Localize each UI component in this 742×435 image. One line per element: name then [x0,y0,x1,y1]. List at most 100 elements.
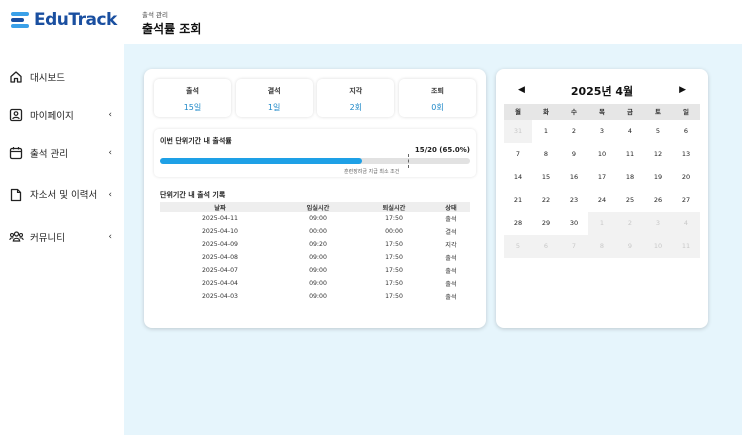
column-header: 입실시간 [279,202,356,212]
chevron-left-icon: ‹ [108,110,112,120]
calendar-day[interactable]: 26 [644,189,672,212]
calendar-day[interactable]: 11 [616,143,644,166]
calendar-day[interactable]: 27 [672,189,700,212]
sidebar-item-community[interactable]: 커뮤니티 ‹ [0,218,124,256]
calendar-day[interactable]: 23 [560,189,588,212]
weekday-header: 일 [672,104,700,120]
calendar-day-outside[interactable]: 11 [672,235,700,258]
calendar-day[interactable]: 21 [504,189,532,212]
calendar-day-outside[interactable]: 6 [532,235,560,258]
attendance-card: 출석 15일 결석 1일 지각 2회 조퇴 0회 이번 단위기간 내 출석률 1… [144,69,486,328]
sidebar-nav: 대시보드 마이페이지 ‹ 출석 관리 ‹ 자소서 및 이력서 ‹ 커뮤니티 ‹ [0,58,124,256]
calendar-day[interactable]: 30 [560,212,588,235]
calendar-day[interactable]: 29 [532,212,560,235]
calendar-day[interactable]: 14 [504,166,532,189]
stat-absent: 결석 1일 [235,79,313,117]
calendar-day[interactable]: 13 [672,143,700,166]
calendar-day-outside[interactable]: 31 [504,120,532,143]
next-month-button[interactable]: ▶ [679,85,686,95]
calendar-day[interactable]: 9 [560,143,588,166]
sidebar-item-attendance[interactable]: 출석 관리 ‹ [0,134,124,172]
checkout-cell: 17:50 [385,293,403,300]
checkout-cell: 17:50 [385,215,403,222]
checkin-cell: 09:20 [309,241,327,248]
table-row: 2025-04-11 09:00 17:50 출석 [160,212,470,225]
status-cell: 출석 [445,294,457,301]
chevron-left-icon: ‹ [108,148,112,158]
weekday-header: 토 [644,104,672,120]
table-row: 2025-04-09 09:20 17:50 지각 [160,238,470,251]
sidebar-item-label: 마이페이지 [30,111,74,122]
calendar-day[interactable]: 22 [532,189,560,212]
sidebar-item-dashboard[interactable]: 대시보드 [0,58,124,96]
checkin-cell: 09:00 [309,254,327,261]
calendar-day[interactable]: 2 [560,120,588,143]
prev-month-button[interactable]: ◀ [518,85,525,95]
calendar-day[interactable]: 25 [616,189,644,212]
sidebar-item-label: 자소서 및 이력서 [30,189,98,201]
stat-label: 결석 [267,87,281,95]
calendar-day-outside[interactable]: 7 [560,235,588,258]
calendar-day-outside[interactable]: 2 [616,212,644,235]
date-cell: 2025-04-07 [202,267,238,274]
calendar-day[interactable]: 3 [588,120,616,143]
calendar-day[interactable]: 8 [532,143,560,166]
records-body: 2025-04-11 09:00 17:50 출석 2025-04-10 00:00 00:… [160,212,470,303]
stats-row: 출석 15일 결석 1일 지각 2회 조퇴 0회 [154,79,476,119]
calendar-day-outside[interactable]: 5 [504,235,532,258]
page-title: 출석률 조회 [142,22,202,36]
calendar-day-outside[interactable]: 9 [616,235,644,258]
calendar-grid: 월 화 수 목 금 토 일 31 1 2 3 4 5 6 7 8 9 10 11 12 13 14 15 16 17 18 19 20… [504,104,700,258]
table-row: 2025-04-03 09:00 17:50 출석 [160,290,470,303]
stat-value: 1일 [267,103,281,112]
progress-value: 15/20 (65.0%) [414,146,470,154]
breadcrumb[interactable]: 출석 관리 [142,9,168,19]
calendar-day[interactable]: 6 [672,120,700,143]
calendar-day[interactable]: 18 [616,166,644,189]
checkin-cell: 09:00 [309,293,327,300]
logo[interactable]: EduTrack [10,8,117,32]
calendar-day[interactable]: 5 [644,120,672,143]
calendar-day[interactable]: 10 [588,143,616,166]
date-cell: 2025-04-09 [202,241,238,248]
calendar-day-outside[interactable]: 8 [588,235,616,258]
checkout-cell: 17:50 [385,280,403,287]
date-cell: 2025-04-11 [202,215,238,222]
chevron-left-icon: ‹ [108,190,112,200]
stat-label: 지각 [349,87,363,95]
calendar-day[interactable]: 28 [504,212,532,235]
column-header: 상태 [431,202,470,212]
checkin-cell: 09:00 [309,215,327,222]
calendar-day[interactable]: 1 [532,120,560,143]
calendar-day[interactable]: 19 [644,166,672,189]
calendar-day[interactable]: 12 [644,143,672,166]
calendar-day-outside[interactable]: 10 [644,235,672,258]
sidebar-item-mypage[interactable]: 마이페이지 ‹ [0,96,124,134]
calendar-header: 2025년 4월 ◀ ▶ [496,83,708,99]
calendar-card: 2025년 4월 ◀ ▶ 월 화 수 목 금 토 일 31 1 2 3 4 5 6 7 8 9 10 11 12 13 1… [496,69,708,328]
sidebar-item-label: 대시보드 [30,73,65,84]
status-cell: 출석 [445,281,457,288]
stat-label: 출석 [186,87,199,95]
progress-fill [160,158,362,164]
calendar-day[interactable]: 4 [616,120,644,143]
calendar-day[interactable]: 15 [532,166,560,189]
calendar-day[interactable]: 24 [588,189,616,212]
table-row: 2025-04-10 00:00 00:00 결석 [160,225,470,238]
calendar-icon [8,145,24,161]
calendar-day-outside[interactable]: 3 [644,212,672,235]
checkout-cell: 17:50 [385,254,403,261]
progress-bar [160,154,470,168]
calendar-day-outside[interactable]: 4 [672,212,700,235]
calendar-day-outside[interactable]: 1 [588,212,616,235]
page-header: 출석 관리 출석률 조회 [124,0,742,44]
calendar-day[interactable]: 7 [504,143,532,166]
status-cell: 출석 [445,268,457,275]
calendar-day[interactable]: 16 [560,166,588,189]
sidebar-item-resume[interactable]: 자소서 및 이력서 ‹ [0,172,124,218]
status-cell: 지각 [445,242,457,249]
calendar-day[interactable]: 20 [672,166,700,189]
calendar-day[interactable]: 17 [588,166,616,189]
app-name: EduTrack [34,10,117,30]
date-cell: 2025-04-03 [202,293,238,300]
